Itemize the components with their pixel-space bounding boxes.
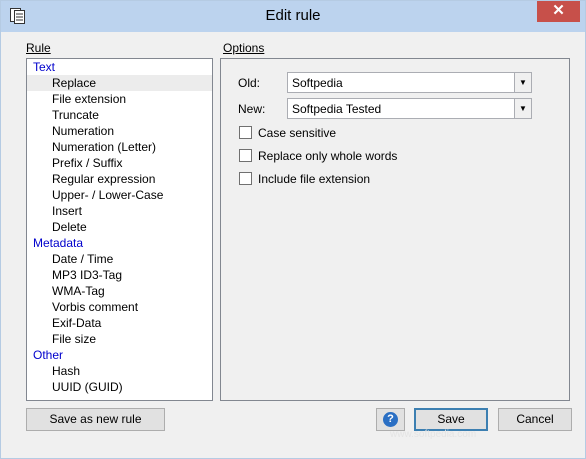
rule-list-item[interactable]: File size [27, 331, 212, 347]
window-title: Edit rule [265, 7, 321, 24]
watermark: www.softpedia.com [390, 429, 477, 440]
old-label: Old: [238, 76, 261, 90]
new-dropdown-button[interactable]: ▼ [514, 99, 531, 118]
rule-list-item[interactable]: WMA-Tag [27, 283, 212, 299]
new-label: New: [238, 102, 266, 116]
options-group-label: Options [223, 41, 265, 55]
old-value: Softpedia [292, 76, 343, 90]
old-dropdown-button[interactable]: ▼ [514, 73, 531, 92]
rule-category[interactable]: Text [27, 59, 212, 75]
rule-list[interactable]: Text Replace File extension Truncate Numerat… [26, 58, 213, 401]
help-button[interactable]: ? [376, 408, 405, 431]
rule-list-item[interactable]: Replace [27, 75, 212, 91]
rule-list-item[interactable]: Truncate [27, 107, 212, 123]
checkbox-label: Case sensitive [258, 126, 337, 140]
edit-rule-window: Edit rule ✕ Rule Options Text Replace File… [0, 0, 586, 459]
cancel-button[interactable]: Cancel [498, 408, 572, 431]
checkbox-box[interactable] [239, 126, 252, 139]
chevron-down-icon: ▼ [519, 78, 527, 87]
title-bar[interactable]: Edit rule ✕ [1, 1, 585, 32]
rule-list-item[interactable]: UUID (GUID) [27, 379, 212, 395]
rule-list-item[interactable]: Exif-Data [27, 315, 212, 331]
rule-list-item[interactable]: File extension [27, 91, 212, 107]
rule-list-item[interactable]: Date / Time [27, 251, 212, 267]
checkbox-label: Include file extension [258, 172, 371, 186]
rule-list-item[interactable]: Numeration [27, 123, 212, 139]
help-icon: ? [383, 412, 398, 427]
rule-list-item[interactable]: Regular expression [27, 171, 212, 187]
rule-list-item[interactable]: Insert [27, 203, 212, 219]
close-button[interactable]: ✕ [537, 1, 580, 22]
rule-category[interactable]: Metadata [27, 235, 212, 251]
rule-list-item[interactable]: Prefix / Suffix [27, 155, 212, 171]
rule-category[interactable]: Other [27, 347, 212, 363]
close-icon: ✕ [552, 2, 565, 19]
rule-list-item[interactable]: Upper- / Lower-Case [27, 187, 212, 203]
dialog-body: Rule Options Text Replace File extension Tr… [8, 32, 578, 452]
rule-list-item[interactable]: Vorbis comment [27, 299, 212, 315]
chevron-down-icon: ▼ [519, 104, 527, 113]
new-value: Softpedia Tested [292, 102, 382, 116]
old-combo[interactable]: Softpedia ▼ [287, 72, 532, 93]
new-combo[interactable]: Softpedia Tested ▼ [287, 98, 532, 119]
rule-list-item[interactable]: Hash [27, 363, 212, 379]
checkbox-box[interactable] [239, 149, 252, 162]
checkbox-box[interactable] [239, 172, 252, 185]
options-panel: Old: Softpedia ▼ New: Softpedia Tested ▼… [220, 58, 570, 401]
rule-list-item[interactable]: Delete [27, 219, 212, 235]
save-as-new-rule-button[interactable]: Save as new rule [26, 408, 165, 431]
rule-list-item[interactable]: Numeration (Letter) [27, 139, 212, 155]
checkbox-label: Replace only whole words [258, 149, 398, 163]
rule-list-item[interactable]: MP3 ID3-Tag [27, 267, 212, 283]
rule-group-label: Rule [26, 41, 51, 55]
save-button[interactable]: Save [414, 408, 488, 431]
